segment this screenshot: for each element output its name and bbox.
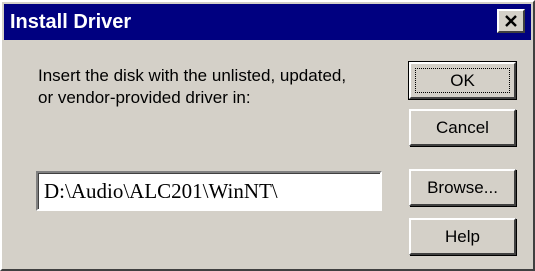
window-title: Install Driver xyxy=(10,11,132,33)
close-icon xyxy=(505,15,517,27)
driver-path-input[interactable] xyxy=(36,171,382,211)
title-bar[interactable]: Install Driver xyxy=(4,4,531,40)
help-button-label: Help xyxy=(445,227,480,246)
instruction-text: Insert the disk with the unlisted, updat… xyxy=(38,65,398,109)
instruction-line-1: Insert the disk with the unlisted, updat… xyxy=(38,66,347,85)
install-driver-dialog: Install Driver Insert the disk with the … xyxy=(0,0,535,271)
instruction-line-2: or vendor-provided driver in: xyxy=(38,88,251,107)
help-button[interactable]: Help xyxy=(409,218,516,255)
ok-button[interactable]: OK xyxy=(408,61,517,100)
close-button[interactable] xyxy=(497,9,525,33)
cancel-button-label: Cancel xyxy=(436,118,489,137)
ok-button-label: OK xyxy=(450,71,475,90)
browse-button[interactable]: Browse... xyxy=(409,169,516,206)
browse-button-label: Browse... xyxy=(427,178,498,197)
cancel-button[interactable]: Cancel xyxy=(409,109,516,146)
